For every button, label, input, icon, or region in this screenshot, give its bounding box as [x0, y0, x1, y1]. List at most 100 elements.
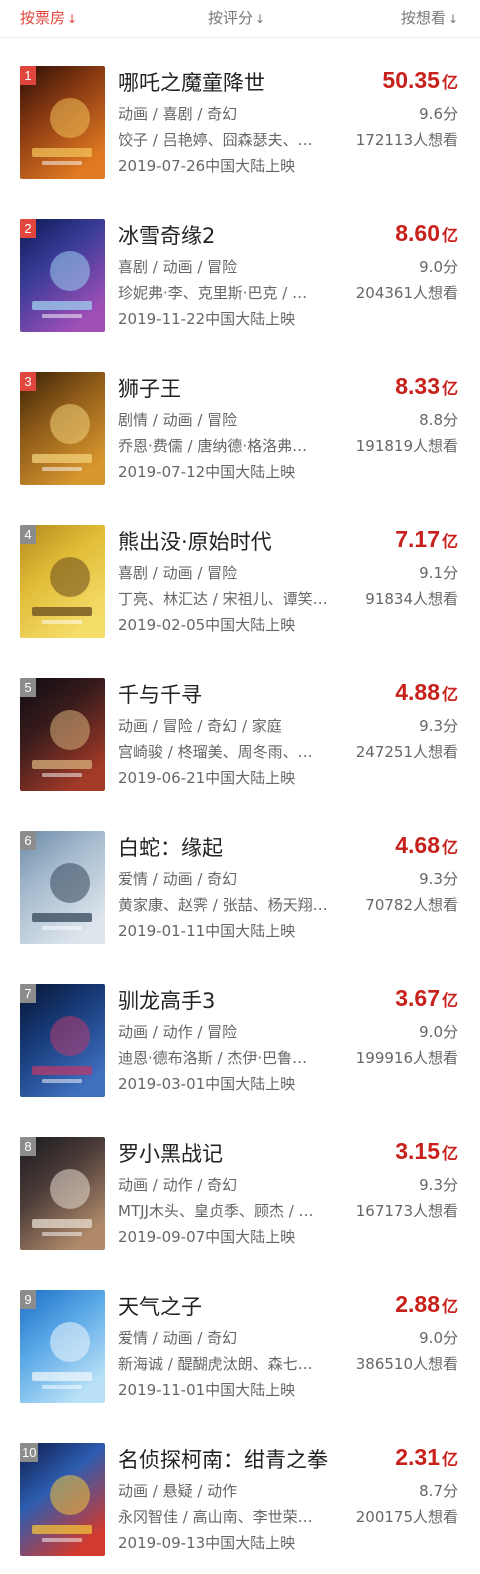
- box-office-value: 7.17 亿: [395, 526, 458, 553]
- sort-by-rating-tab[interactable]: 按评分 ↓: [208, 7, 265, 28]
- movie-cast: 乔恩·费儒 / 唐纳德·格洛弗…: [118, 437, 308, 455]
- box-office-unit: 亿: [441, 73, 458, 92]
- box-office-number: 50.35: [382, 67, 440, 93]
- box-office-number: 3.67: [395, 985, 440, 1011]
- box-office-value: 8.33 亿: [395, 373, 458, 400]
- movie-poster[interactable]: 10: [20, 1443, 105, 1556]
- movie-item[interactable]: 2 冰雪奇缘2 8.60 亿喜剧 / 动画 / 冒险 9.0分 珍妮弗·李、克里斯·巴克 …: [0, 219, 480, 372]
- movie-cast: 新海诚 / 醍醐虎汰朗、森七…: [118, 1355, 313, 1373]
- sort-by-want-tab[interactable]: 按想看 ↓: [401, 7, 458, 28]
- movie-item[interactable]: 3 狮子王 8.33 亿剧情 / 动画 / 冒险 8.8分 乔恩·费儒 / 唐纳德·格洛弗…: [0, 372, 480, 525]
- movie-poster[interactable]: 1: [20, 66, 105, 179]
- movie-score: 9.0分: [419, 1023, 458, 1041]
- release-date: 2019-02-05中国大陆上映: [118, 616, 296, 634]
- movie-poster[interactable]: 4: [20, 525, 105, 638]
- rank-badge: 6: [20, 831, 36, 850]
- movie-poster[interactable]: 2: [20, 219, 105, 332]
- movie-title[interactable]: 白蛇：缘起: [118, 832, 223, 862]
- movie-item[interactable]: 6 白蛇：缘起 4.68 亿爱情 / 动画 / 奇幻 9.3分 黄家康、赵霁 / 张喆、杨…: [0, 831, 480, 984]
- rank-badge: 5: [20, 678, 36, 697]
- movie-score: 8.7分: [419, 1482, 458, 1500]
- box-office-value: 3.15 亿: [395, 1138, 458, 1165]
- movie-item[interactable]: 1 哪吒之魔童降世 50.35 亿动画 / 喜剧 / 奇幻 9.6分 饺子 / 吕艳婷、囧…: [0, 66, 480, 219]
- box-office-unit: 亿: [441, 1450, 458, 1469]
- movie-cast: 迪恩·德布洛斯 / 杰伊·巴鲁…: [118, 1049, 308, 1067]
- box-office-value: 3.67 亿: [395, 985, 458, 1012]
- box-office-value: 2.88 亿: [395, 1291, 458, 1318]
- movie-genres: 动画 / 动作 / 冒险: [118, 1023, 238, 1041]
- sort-tab-label: 按评分: [208, 9, 254, 27]
- box-office-number: 8.33: [395, 373, 440, 399]
- box-office-unit: 亿: [441, 379, 458, 398]
- movie-title[interactable]: 哪吒之魔童降世: [118, 67, 265, 97]
- movie-item[interactable]: 10 名侦探柯南：绀青之拳 2.31 亿动画 / 悬疑 / 动作 8.7分 永冈智佳 / …: [0, 1443, 480, 1574]
- box-office-unit: 亿: [441, 838, 458, 857]
- box-office-number: 2.88: [395, 1291, 440, 1317]
- movie-genres: 爱情 / 动画 / 奇幻: [118, 1329, 238, 1347]
- movie-cast: 饺子 / 吕艳婷、囧森瑟夫、…: [118, 131, 313, 149]
- box-office-value: 2.31 亿: [395, 1444, 458, 1471]
- movie-title[interactable]: 名侦探柯南：绀青之拳: [118, 1444, 328, 1474]
- movie-item[interactable]: 8 罗小黑战记 3.15 亿动画 / 动作 / 奇幻 9.3分 MTJJ木头、皇贞季、顾杰…: [0, 1137, 480, 1290]
- want-to-see-count: 191819人想看: [355, 437, 458, 455]
- want-to-see-count: 167173人想看: [355, 1202, 458, 1220]
- rank-badge: 3: [20, 372, 36, 391]
- release-date: 2019-01-11中国大陆上映: [118, 922, 296, 940]
- box-office-number: 4.88: [395, 679, 440, 705]
- movie-item[interactable]: 5 千与千寻 4.88 亿动画 / 冒险 / 奇幻 / 家庭 9.3分 宫崎骏 / 柊瑠美…: [0, 678, 480, 831]
- box-office-number: 7.17: [395, 526, 440, 552]
- movie-item[interactable]: 9 天气之子 2.88 亿爱情 / 动画 / 奇幻 9.0分新海诚 / 醍醐虎汰朗、森七…: [0, 1290, 480, 1443]
- rank-badge: 2: [20, 219, 36, 238]
- release-date: 2019-06-21中国大陆上映: [118, 769, 296, 787]
- movie-cast: 永冈智佳 / 高山南、李世荣…: [118, 1508, 313, 1526]
- box-office-number: 3.15: [395, 1138, 440, 1164]
- box-office-value: 4.68 亿: [395, 832, 458, 859]
- movie-genres: 爱情 / 动画 / 奇幻: [118, 870, 238, 888]
- box-office-unit: 亿: [441, 1297, 458, 1316]
- movie-poster[interactable]: 5: [20, 678, 105, 791]
- movie-score: 9.3分: [419, 1176, 458, 1194]
- movie-poster[interactable]: 8: [20, 1137, 105, 1250]
- want-to-see-count: 199916人想看: [355, 1049, 458, 1067]
- movie-title[interactable]: 熊出没·原始时代: [118, 526, 272, 556]
- movie-genres: 喜剧 / 动画 / 冒险: [118, 258, 238, 276]
- box-office-number: 4.68: [395, 832, 440, 858]
- movie-title[interactable]: 狮子王: [118, 373, 181, 403]
- movie-title[interactable]: 千与千寻: [118, 679, 202, 709]
- box-office-value: 4.88 亿: [395, 679, 458, 706]
- movie-cast: 丁亮、林汇达 / 宋祖儿、谭笑…: [118, 590, 328, 608]
- movie-genres: 动画 / 动作 / 奇幻: [118, 1176, 238, 1194]
- movie-title[interactable]: 驯龙高手3: [118, 985, 215, 1015]
- movie-title[interactable]: 天气之子: [118, 1291, 202, 1321]
- movie-poster[interactable]: 9: [20, 1290, 105, 1403]
- rank-badge: 1: [20, 66, 36, 85]
- box-office-number: 8.60: [395, 220, 440, 246]
- movie-genres: 动画 / 冒险 / 奇幻 / 家庭: [118, 717, 282, 735]
- movie-title[interactable]: 罗小黑战记: [118, 1138, 223, 1168]
- movie-poster[interactable]: 7: [20, 984, 105, 1097]
- want-to-see-count: 70782人想看: [365, 896, 458, 914]
- release-date: 2019-11-22中国大陆上映: [118, 310, 296, 328]
- box-office-number: 2.31: [395, 1444, 440, 1470]
- box-office-value: 8.60 亿: [395, 220, 458, 247]
- box-office-unit: 亿: [441, 991, 458, 1010]
- movie-poster[interactable]: 6: [20, 831, 105, 944]
- release-date: 2019-07-26中国大陆上映: [118, 157, 296, 175]
- rank-badge: 4: [20, 525, 36, 544]
- box-office-unit: 亿: [441, 532, 458, 551]
- movie-poster[interactable]: 3: [20, 372, 105, 485]
- movie-genres: 喜剧 / 动画 / 冒险: [118, 564, 238, 582]
- movie-item[interactable]: 4 熊出没·原始时代 7.17 亿喜剧 / 动画 / 冒险 9.1分 丁亮、林汇达 / 宋…: [0, 525, 480, 678]
- arrow-down-icon: ↓: [255, 12, 266, 26]
- movie-title[interactable]: 冰雪奇缘2: [118, 220, 215, 250]
- sort-by-box-office-tab[interactable]: 按票房 ↓: [20, 7, 77, 28]
- want-to-see-count: 172113人想看: [355, 131, 458, 149]
- movie-item[interactable]: 7 驯龙高手3 3.67 亿动画 / 动作 / 冒险 9.0分迪恩·德布洛斯 / 杰伊·…: [0, 984, 480, 1137]
- movie-score: 9.0分: [419, 1329, 458, 1347]
- movie-score: 9.6分: [419, 105, 458, 123]
- movie-cast: 黄家康、赵霁 / 张喆、杨天翔…: [118, 896, 328, 914]
- rank-badge: 7: [20, 984, 36, 1003]
- want-to-see-count: 204361人想看: [355, 284, 458, 302]
- box-office-unit: 亿: [441, 226, 458, 245]
- want-to-see-count: 91834人想看: [365, 590, 458, 608]
